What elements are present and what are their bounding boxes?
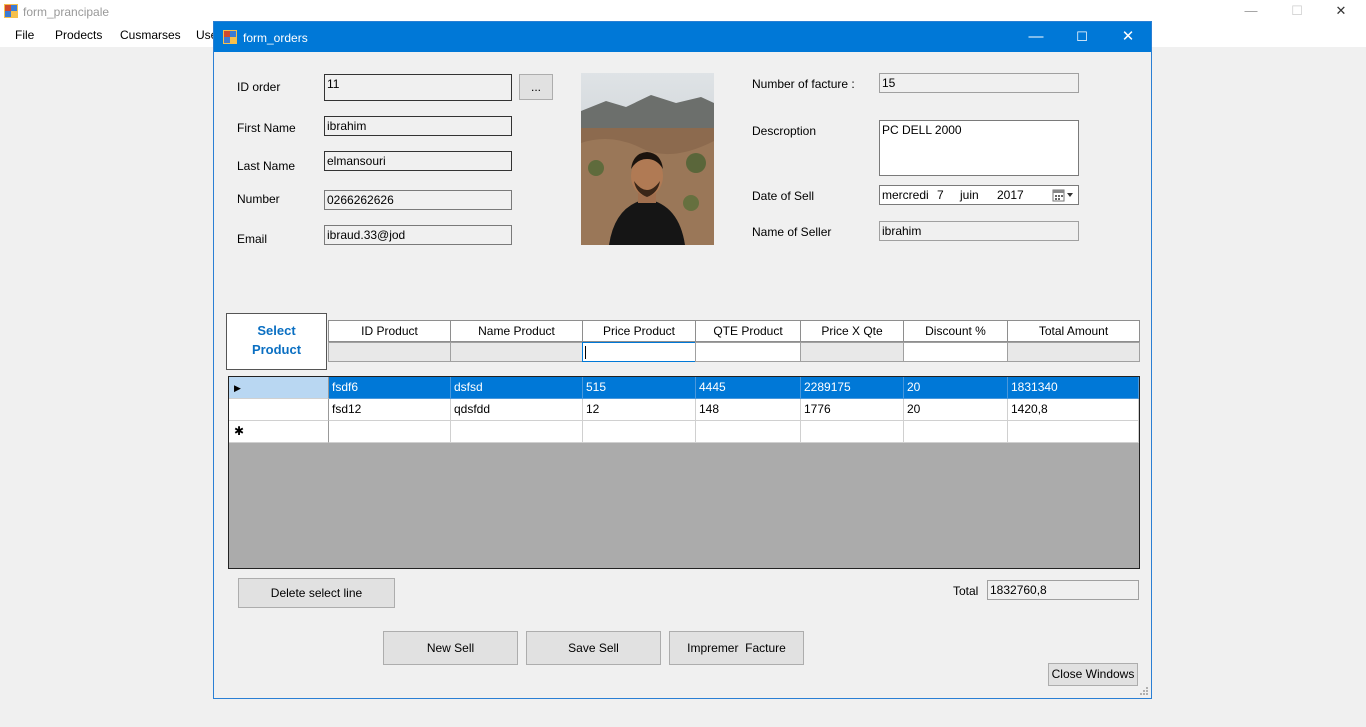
dialog-title: form_orders <box>243 31 308 45</box>
seller-label: Name of Seller <box>752 225 832 239</box>
number-label: Number <box>237 192 280 206</box>
dialog-maximize-button[interactable]: ☐ <box>1059 22 1105 52</box>
new-cell[interactable] <box>904 421 1008 443</box>
price-x-qte-input[interactable] <box>800 342 904 362</box>
menu-cusmarses[interactable]: Cusmarses <box>120 28 181 42</box>
cell-price-product[interactable]: 515 <box>583 377 696 399</box>
main-titlebar: form_prancipale — ☐ ✕ <box>0 0 1366 23</box>
last-name-label: Last Name <box>237 159 296 173</box>
print-invoice-button[interactable]: Impremer Facture <box>669 631 804 665</box>
col-header-price-x-qte: Price X Qte <box>800 320 904 342</box>
select-product-label-2: Product <box>251 342 302 357</box>
col-header-qte-product: QTE Product <box>695 320 801 342</box>
customer-photo <box>581 73 714 245</box>
cell-id-product[interactable]: fsd12 <box>329 399 451 421</box>
row-header-selected[interactable]: ▶ <box>229 377 329 399</box>
last-name-field[interactable]: elmansouri <box>324 151 512 171</box>
id-product-input[interactable] <box>328 342 451 362</box>
cell-qte-product[interactable]: 4445 <box>696 377 801 399</box>
id-order-field[interactable]: 11 <box>324 74 512 101</box>
total-field[interactable]: 1832760,8 <box>987 580 1139 600</box>
new-sell-button[interactable]: New Sell <box>383 631 518 665</box>
row-header[interactable] <box>229 399 329 421</box>
name-product-input[interactable] <box>450 342 583 362</box>
cell-discount[interactable]: 20 <box>904 399 1008 421</box>
menu-file[interactable]: File <box>15 28 34 42</box>
new-row-header[interactable]: ✱ <box>229 421 329 443</box>
main-window-title: form_prancipale <box>23 5 110 19</box>
col-header-price-product: Price Product <box>582 320 696 342</box>
date-day-name: mercredi <box>882 188 929 202</box>
current-row-icon: ▶ <box>234 383 241 393</box>
menu-prodects[interactable]: Prodects <box>55 28 102 42</box>
cell-price-x-qte[interactable]: 2289175 <box>801 377 904 399</box>
date-label: Date of Sell <box>752 189 815 203</box>
date-month: juin <box>960 188 979 202</box>
close-windows-button[interactable]: Close Windows <box>1048 663 1138 686</box>
email-label: Email <box>237 232 268 246</box>
dialog-minimize-button[interactable]: — <box>1013 22 1059 52</box>
facture-label: Number of facture : <box>752 77 855 91</box>
date-picker[interactable]: mercredi 7 juin 2017 <box>879 185 1079 205</box>
new-row-icon: ✱ <box>234 424 245 438</box>
new-cell[interactable] <box>329 421 451 443</box>
new-cell[interactable] <box>583 421 696 443</box>
cell-discount[interactable]: 20 <box>904 377 1008 399</box>
cell-price-x-qte[interactable]: 1776 <box>801 399 904 421</box>
description-label: Descroption <box>752 124 817 138</box>
qte-product-input[interactable] <box>695 342 801 362</box>
number-field[interactable]: 0266262626 <box>324 190 512 210</box>
cell-id-product[interactable]: fsdf6 <box>329 377 451 399</box>
new-cell[interactable] <box>696 421 801 443</box>
save-sell-button[interactable]: Save Sell <box>526 631 661 665</box>
first-name-field[interactable]: ibrahim <box>324 116 512 136</box>
cell-price-product[interactable]: 12 <box>583 399 696 421</box>
new-cell[interactable] <box>451 421 583 443</box>
col-header-name-product: Name Product <box>450 320 583 342</box>
email-field[interactable]: ibraud.33@jod <box>324 225 512 245</box>
delete-line-button[interactable]: Delete select line <box>238 578 395 608</box>
main-close-button[interactable]: ✕ <box>1318 0 1364 23</box>
total-label: Total <box>953 584 979 598</box>
new-cell[interactable] <box>801 421 904 443</box>
orders-grid[interactable]: ▶ fsdf6 dsfsd 515 4445 2289175 20 183134… <box>228 376 1140 569</box>
cell-name-product[interactable]: qdsfdd <box>451 399 583 421</box>
dialog-close-button[interactable]: ✕ <box>1105 22 1151 52</box>
form-icon <box>223 30 237 44</box>
date-day: 7 <box>937 188 944 202</box>
facture-field[interactable]: 15 <box>879 73 1079 93</box>
resize-grip-icon[interactable] <box>1139 686 1149 696</box>
cell-total-amount[interactable]: 1831340 <box>1008 377 1139 399</box>
form-orders-dialog: form_orders — ☐ ✕ ID order 11 ... First … <box>213 21 1152 699</box>
col-header-id-product: ID Product <box>328 320 451 342</box>
description-field[interactable]: PC DELL 2000 <box>879 120 1079 176</box>
calendar-dropdown-icon[interactable] <box>1052 189 1076 202</box>
select-product-label-1: Select <box>257 323 296 338</box>
discount-input[interactable] <box>903 342 1008 362</box>
app-icon <box>4 4 18 18</box>
main-maximize-button[interactable]: ☐ <box>1274 0 1320 23</box>
select-product-button[interactable]: Select Product <box>226 313 327 370</box>
main-minimize-button[interactable]: — <box>1228 0 1274 23</box>
new-cell[interactable] <box>1008 421 1139 443</box>
col-header-discount: Discount % <box>903 320 1008 342</box>
date-year: 2017 <box>997 188 1024 202</box>
seller-field[interactable]: ibrahim <box>879 221 1079 241</box>
dialog-titlebar[interactable]: form_orders — ☐ ✕ <box>214 22 1151 52</box>
total-amount-input[interactable] <box>1007 342 1140 362</box>
price-product-input[interactable] <box>582 342 696 362</box>
text-cursor <box>585 346 586 359</box>
browse-order-button[interactable]: ... <box>519 74 553 100</box>
cell-qte-product[interactable]: 148 <box>696 399 801 421</box>
col-header-total-amount: Total Amount <box>1007 320 1140 342</box>
cell-name-product[interactable]: dsfsd <box>451 377 583 399</box>
id-order-label: ID order <box>237 80 281 94</box>
cell-total-amount[interactable]: 1420,8 <box>1008 399 1139 421</box>
first-name-label: First Name <box>237 121 296 135</box>
